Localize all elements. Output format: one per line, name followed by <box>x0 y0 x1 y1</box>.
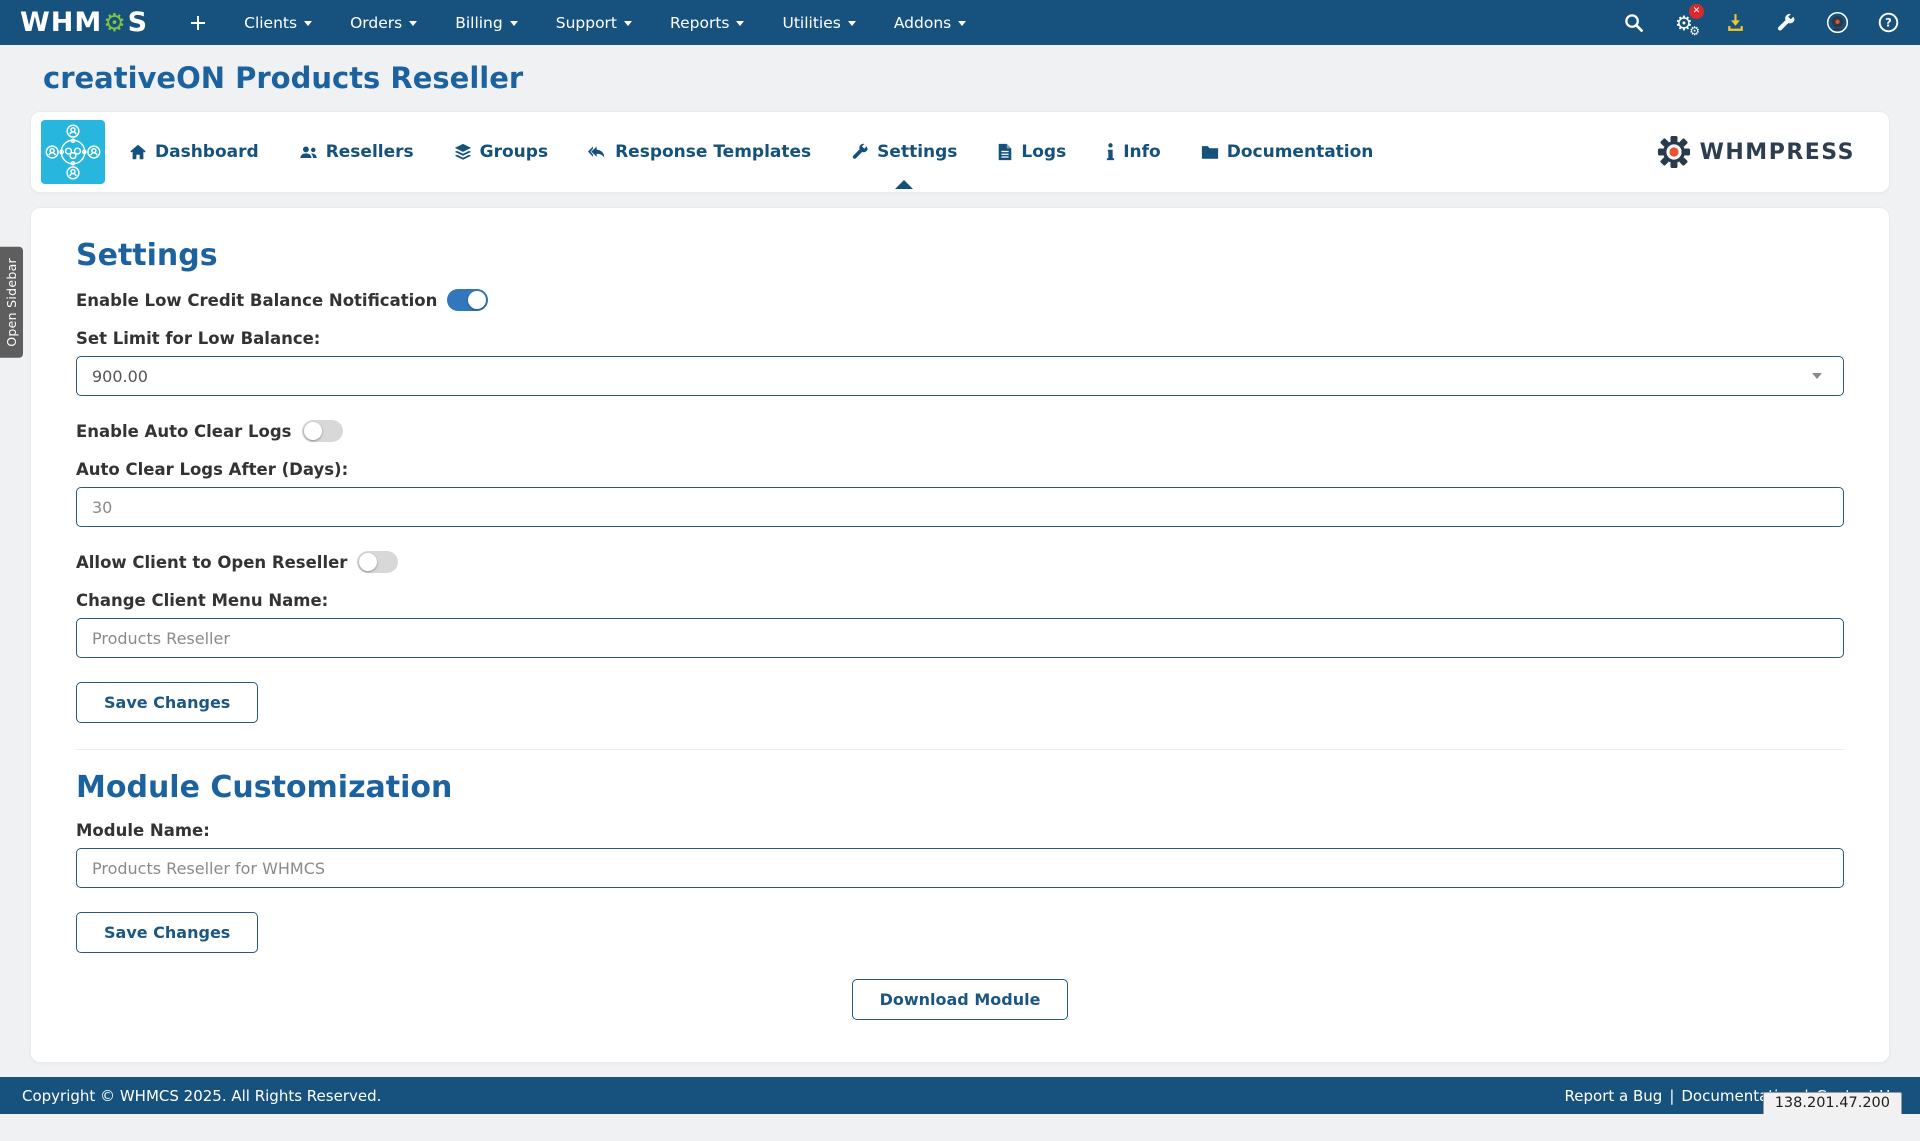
low-credit-label: Enable Low Credit Balance Notification <box>76 291 437 310</box>
allow-client-label: Allow Client to Open Reseller <box>76 553 347 572</box>
home-icon <box>129 143 147 161</box>
users-icon <box>299 143 318 161</box>
system-health-icon[interactable]: ⚙⚙ ✕ <box>1672 11 1696 35</box>
reply-icon <box>588 144 607 161</box>
tab-documentation[interactable]: Documentation <box>1201 111 1374 193</box>
auto-clear-label: Enable Auto Clear Logs <box>76 422 292 441</box>
save-settings-button[interactable]: Save Changes <box>76 682 258 723</box>
menu-item-addons[interactable]: Addons <box>894 14 966 32</box>
caret-down-icon <box>736 21 744 26</box>
error-badge: ✕ <box>1689 4 1704 19</box>
caret-down-icon <box>848 21 856 26</box>
save-customization-button[interactable]: Save Changes <box>76 912 258 953</box>
settings-card: Settings Enable Low Credit Balance Notif… <box>30 207 1890 1063</box>
menu-item-reports[interactable]: Reports <box>670 14 744 32</box>
low-credit-toggle-row: Enable Low Credit Balance Notification <box>76 289 1844 311</box>
help-icon[interactable]: ? <box>1876 11 1900 35</box>
allow-client-toggle-row: Allow Client to Open Reseller <box>76 551 1844 573</box>
whmcs-logo-prefix: WHM <box>20 7 102 38</box>
menu-item-utilities[interactable]: Utilities <box>782 14 855 32</box>
wrench-icon[interactable] <box>1774 11 1798 35</box>
report-bug-link[interactable]: Report a Bug <box>1565 1087 1663 1105</box>
footer-separator: | <box>1669 1087 1674 1105</box>
caret-down-icon <box>958 21 966 26</box>
module-customization-heading: Module Customization <box>76 770 1844 805</box>
tab-logs[interactable]: Logs <box>997 111 1066 193</box>
account-avatar-icon[interactable] <box>1825 11 1849 35</box>
tab-groups[interactable]: Groups <box>454 111 548 193</box>
select-caret-icon <box>1812 373 1822 379</box>
open-sidebar-tab[interactable]: Open Sidebar <box>0 247 23 358</box>
svg-text:?: ? <box>1885 16 1892 30</box>
module-name-field: Module Name: <box>76 821 1844 888</box>
copyright-text: Copyright © WHMCS 2025. All Rights Reser… <box>22 1087 381 1105</box>
auto-clear-toggle-row: Enable Auto Clear Logs <box>76 420 1844 442</box>
tab-resellers[interactable]: Resellers <box>299 111 414 193</box>
low-balance-field: Set Limit for Low Balance: 900.00 <box>76 329 1844 396</box>
quick-add-button[interactable] <box>190 15 206 31</box>
client-menu-field: Change Client Menu Name: <box>76 591 1844 658</box>
tab-info[interactable]: Info <box>1106 111 1161 193</box>
tab-settings[interactable]: Settings <box>851 111 957 193</box>
page-container: Open Sidebar creativeON Products Reselle… <box>0 61 1920 1063</box>
main-menu: Clients Orders Billing Support Reports U… <box>244 14 966 32</box>
whmcs-gear-icon: ⚙ <box>103 8 126 37</box>
low-balance-label: Set Limit for Low Balance: <box>76 329 1844 348</box>
client-menu-input[interactable] <box>76 618 1844 658</box>
tab-response-templates[interactable]: Response Templates <box>588 111 811 193</box>
module-name-label: Module Name: <box>76 821 1844 840</box>
clear-days-label: Auto Clear Logs After (Days): <box>76 460 1844 479</box>
download-icon[interactable] <box>1723 11 1747 35</box>
whmcs-logo-suffix: S <box>128 7 148 38</box>
reseller-network-icon <box>44 123 102 181</box>
page-title: creativeON Products Reseller <box>43 61 1890 95</box>
download-module-row: Download Module <box>76 979 1844 1020</box>
module-logo <box>41 120 105 184</box>
menu-item-orders[interactable]: Orders <box>350 14 417 32</box>
clear-days-input[interactable] <box>76 487 1844 527</box>
whmpress-wordmark: WHMPRESS <box>1700 140 1855 165</box>
search-icon[interactable] <box>1621 11 1645 35</box>
clear-days-field: Auto Clear Logs After (Days): <box>76 460 1844 527</box>
plus-icon <box>190 15 206 31</box>
low-balance-select[interactable]: 900.00 <box>76 356 1844 396</box>
caret-down-icon <box>304 21 312 26</box>
caret-down-icon <box>510 21 518 26</box>
download-module-button[interactable]: Download Module <box>852 979 1069 1020</box>
wrench-icon <box>851 143 869 161</box>
client-menu-label: Change Client Menu Name: <box>76 591 1844 610</box>
menu-item-billing[interactable]: Billing <box>455 14 518 32</box>
status-url-tooltip: 138.201.47.200 <box>1763 1092 1902 1114</box>
menu-item-support[interactable]: Support <box>556 14 632 32</box>
folder-icon <box>1201 144 1219 160</box>
whmcs-logo[interactable]: WHM⚙S <box>20 7 148 38</box>
info-icon <box>1106 143 1115 161</box>
layers-icon <box>454 143 472 161</box>
caret-down-icon <box>409 21 417 26</box>
settings-heading: Settings <box>76 238 1844 273</box>
module-name-input[interactable] <box>76 848 1844 888</box>
tab-dashboard[interactable]: Dashboard <box>129 111 259 193</box>
top-navbar: WHM⚙S Clients Orders Billing Support Rep… <box>0 0 1920 45</box>
whmpress-gear-icon <box>1657 135 1691 169</box>
allow-client-toggle[interactable] <box>357 551 398 573</box>
navbar-icons: ⚙⚙ ✕ ? <box>1621 11 1900 35</box>
low-credit-toggle[interactable] <box>447 289 488 311</box>
module-tabbar: Dashboard Resellers Groups Response Temp… <box>30 111 1890 193</box>
footer: Copyright © WHMCS 2025. All Rights Reser… <box>0 1077 1920 1114</box>
menu-item-clients[interactable]: Clients <box>244 14 312 32</box>
section-divider <box>76 749 1844 750</box>
caret-down-icon <box>624 21 632 26</box>
file-icon <box>997 143 1013 161</box>
module-tabs: Dashboard Resellers Groups Response Temp… <box>129 111 1373 193</box>
whmpress-logo: WHMPRESS <box>1657 135 1869 169</box>
auto-clear-toggle[interactable] <box>302 420 343 442</box>
low-balance-value: 900.00 <box>92 367 148 386</box>
